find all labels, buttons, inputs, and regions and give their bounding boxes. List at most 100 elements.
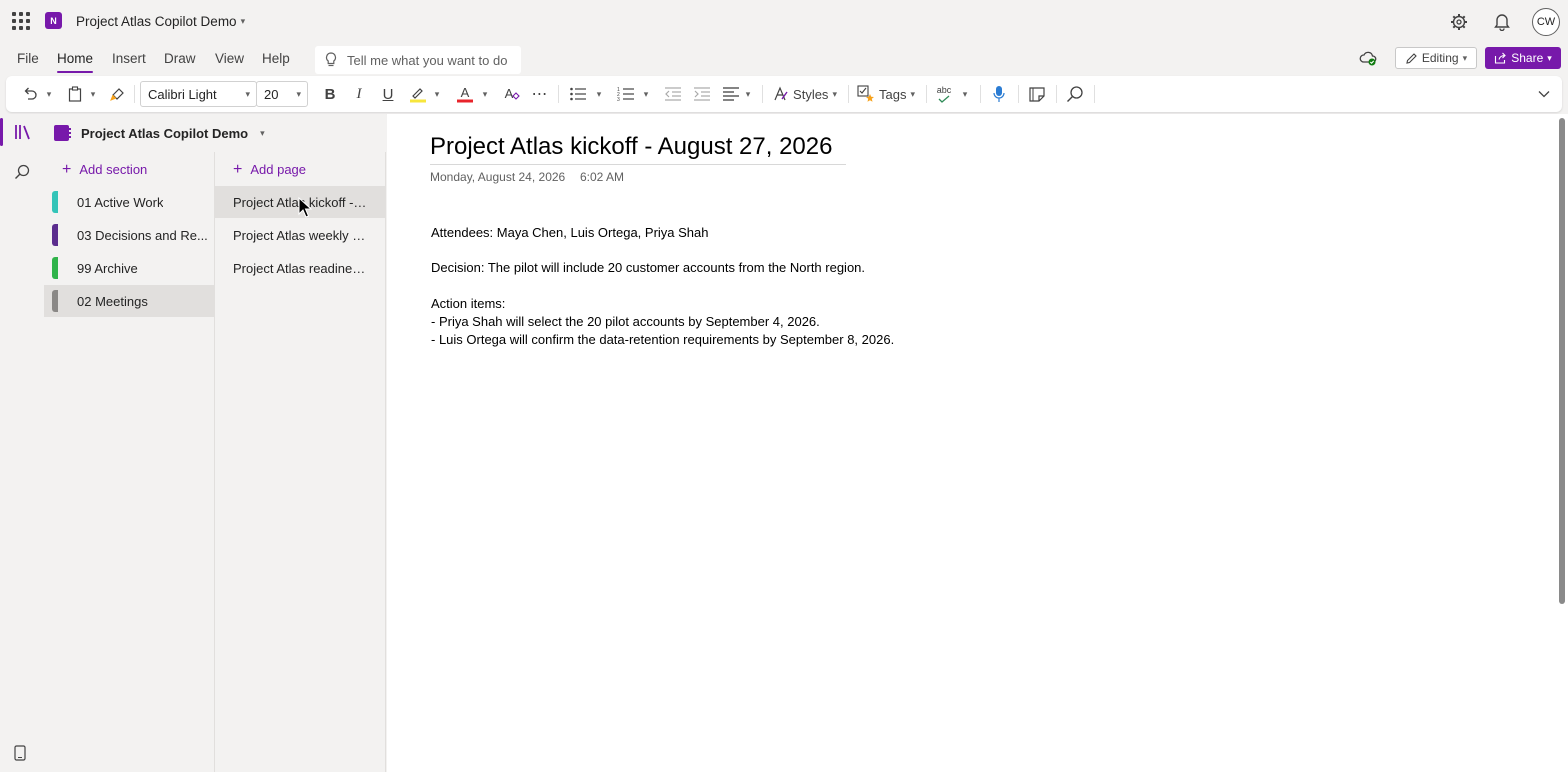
ribbon-separator: [1094, 85, 1095, 103]
cloud-sync-icon[interactable]: [1359, 50, 1377, 69]
tags-label: Tags: [879, 86, 907, 102]
chevron-down-icon: ▾: [296, 88, 301, 99]
chevron-down-icon: ▾: [1547, 52, 1552, 63]
font-name-value: Calibri Light: [148, 86, 217, 102]
font-name-select[interactable]: Calibri Light ▾: [140, 81, 257, 107]
numbered-dropdown-chevron-icon[interactable]: ▾: [641, 84, 651, 104]
styles-label: Styles: [793, 86, 829, 102]
ribbon-separator: [1056, 85, 1057, 103]
menu-insert[interactable]: Insert: [112, 51, 146, 66]
note-line[interactable]: Action items:: [431, 296, 505, 311]
mobile-device-icon[interactable]: [14, 745, 26, 764]
tags-button[interactable]: Tags ▾: [854, 84, 918, 104]
note-line[interactable]: Decision: The pilot will include 20 cust…: [431, 260, 865, 275]
page-item[interactable]: Project Atlas readiness ...: [215, 252, 385, 284]
notebook-title-button[interactable]: Project Atlas Copilot Demo ▾: [76, 14, 245, 29]
ribbon-separator: [980, 85, 981, 103]
search-icon[interactable]: [1064, 84, 1086, 104]
page-item[interactable]: Project Atlas weekly sy...: [215, 219, 385, 251]
bullet-dropdown-chevron-icon[interactable]: ▾: [594, 84, 604, 104]
add-page-button[interactable]: + Add page: [233, 161, 307, 178]
notebook-icon: [54, 125, 71, 141]
app-launcher-icon[interactable]: [12, 12, 30, 30]
italic-button[interactable]: I: [349, 84, 369, 104]
spelling-dropdown-chevron-icon[interactable]: ▾: [960, 84, 970, 104]
decrease-indent-icon[interactable]: [662, 84, 684, 104]
search-notes-icon[interactable]: [14, 164, 30, 183]
clipboard-paste-icon[interactable]: [65, 84, 85, 104]
menu-help[interactable]: Help: [262, 51, 290, 66]
chevron-down-icon: ▾: [245, 88, 250, 99]
section-label: 02 Meetings: [77, 293, 148, 309]
section-color-tab: [52, 224, 58, 246]
highlight-dropdown-chevron-icon[interactable]: ▾: [432, 84, 442, 104]
highlight-icon[interactable]: [406, 84, 430, 104]
menu-draw[interactable]: Draw: [164, 51, 196, 66]
user-avatar[interactable]: CW: [1532, 8, 1560, 36]
align-dropdown-chevron-icon[interactable]: ▾: [743, 84, 753, 104]
notebook-title-text: Project Atlas Copilot Demo: [76, 14, 237, 29]
section-item[interactable]: 01 Active Work: [44, 186, 214, 218]
notifications-bell-icon[interactable]: [1492, 12, 1512, 32]
font-size-select[interactable]: 20 ▾: [256, 81, 308, 107]
font-color-dropdown-chevron-icon[interactable]: ▾: [480, 84, 490, 104]
styles-button[interactable]: Styles ▾: [770, 84, 840, 104]
page-date: Monday, August 24, 2026: [430, 170, 566, 184]
add-section-label: Add section: [79, 162, 148, 177]
section-color-tab: [52, 257, 58, 279]
tell-me-search[interactable]: Tell me what you want to do: [315, 46, 521, 74]
section-item[interactable]: 03 Decisions and Re...: [44, 219, 214, 251]
undo-icon[interactable]: [20, 84, 40, 104]
add-section-button[interactable]: + Add section: [62, 162, 148, 178]
onenote-logo-icon: N: [45, 12, 62, 29]
page-canvas[interactable]: Project Atlas kickoff - August 27, 2026 …: [387, 114, 1568, 772]
add-page-label: Add page: [250, 162, 307, 177]
bold-button[interactable]: B: [320, 84, 340, 104]
undo-dropdown-chevron-icon[interactable]: ▾: [44, 84, 54, 104]
note-line[interactable]: Attendees: Maya Chen, Luis Ortega, Priya…: [431, 225, 709, 240]
ribbon-separator: [762, 85, 763, 103]
spelling-button[interactable]: abc: [933, 84, 955, 104]
increase-indent-icon[interactable]: [691, 84, 713, 104]
lightbulb-icon: [325, 52, 337, 67]
note-line[interactable]: - Priya Shah will select the 20 pilot ac…: [431, 314, 820, 329]
paste-dropdown-chevron-icon[interactable]: ▾: [88, 84, 98, 104]
chevron-down-icon: ▾: [1462, 52, 1468, 63]
sticky-note-icon[interactable]: [1026, 84, 1048, 104]
menu-view[interactable]: View: [215, 51, 244, 66]
pages-panel: + Add page Project Atlas kickoff - A... …: [215, 152, 386, 772]
page-label: Project Atlas weekly sy...: [233, 227, 367, 243]
svg-text:A: A: [505, 86, 514, 101]
menu-file[interactable]: File: [17, 51, 39, 66]
notebook-header[interactable]: Project Atlas Copilot Demo ▾: [44, 114, 386, 152]
section-color-tab: [52, 290, 58, 312]
page-title[interactable]: Project Atlas kickoff - August 27, 2026: [430, 133, 846, 165]
ribbon-separator: [134, 85, 135, 103]
notebooks-library-icon[interactable]: [14, 124, 32, 143]
spelling-label: abc: [936, 84, 952, 95]
canvas-scrollbar[interactable]: [1559, 118, 1565, 604]
title-bar: N Project Atlas Copilot Demo ▾ CW: [0, 0, 1568, 44]
collapse-ribbon-chevron-icon[interactable]: [1536, 84, 1552, 104]
plus-icon: +: [233, 161, 243, 178]
font-size-value: 20: [264, 86, 279, 102]
editing-mode-button[interactable]: Editing ▾: [1395, 47, 1477, 69]
dictate-microphone-icon[interactable]: [988, 84, 1010, 104]
note-line[interactable]: - Luis Ortega will confirm the data-rete…: [431, 332, 894, 347]
numbered-list-icon[interactable]: 123: [614, 84, 638, 104]
underline-button[interactable]: U: [378, 84, 398, 104]
clear-formatting-icon[interactable]: A: [500, 84, 522, 104]
bullet-list-icon[interactable]: [566, 84, 590, 104]
menu-home[interactable]: Home: [57, 51, 93, 66]
section-item[interactable]: 99 Archive: [44, 252, 214, 284]
chevron-down-icon: ▾: [910, 88, 915, 99]
section-label: 03 Decisions and Re...: [77, 227, 208, 243]
settings-gear-icon[interactable]: [1449, 12, 1469, 32]
section-item-selected[interactable]: 02 Meetings: [44, 285, 214, 317]
font-color-icon[interactable]: A: [453, 84, 477, 104]
format-painter-icon[interactable]: [108, 84, 128, 104]
section-color-tab: [52, 191, 58, 213]
align-icon[interactable]: [720, 84, 742, 104]
more-options-icon[interactable]: ⋯: [528, 84, 552, 104]
share-button[interactable]: Share ▾: [1485, 47, 1561, 69]
